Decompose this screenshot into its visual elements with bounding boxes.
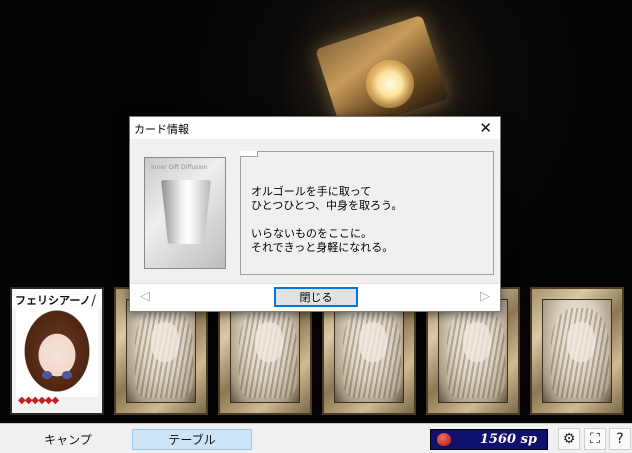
portrait-eye <box>62 371 72 379</box>
party-member-card[interactable]: フェリシアーノ / ◆◆◆◆◆◆ <box>10 287 104 415</box>
money-display: 1560 sp <box>430 429 548 450</box>
description-line: ひとつひとつ、中身を取ろう。 <box>251 199 403 212</box>
camp-button[interactable]: キャンプ <box>8 429 128 450</box>
card-description-box: オルゴールを手に取って ひとつひとつ、中身を取ろう。 いらないものをここに。 そ… <box>240 151 494 275</box>
party-member-hp: ◆◆◆◆◆◆ <box>18 395 59 406</box>
dialog-title: カード情報 <box>134 123 189 136</box>
card-art <box>438 299 508 403</box>
card-thumbnail: Inner Gift Diffusion <box>144 157 226 269</box>
card-art-face <box>567 322 595 362</box>
description-tab <box>240 151 258 157</box>
weapon-icon: / <box>91 293 96 309</box>
coin-purse-icon <box>437 433 451 446</box>
settings-gear-icon[interactable]: ⚙ <box>558 428 580 450</box>
card-info-dialog: カード情報 ✕ Inner Gift Diffusion オルゴールを手に取って… <box>129 116 501 312</box>
card-art-face <box>255 322 283 362</box>
card-art <box>542 299 612 403</box>
cup-image <box>161 180 211 244</box>
prev-arrow-icon[interactable]: ◁ <box>140 289 150 304</box>
party-member-portrait <box>16 309 98 397</box>
dialog-footer: ◁ 閉じる ▷ <box>130 283 500 311</box>
card-art-face <box>151 322 179 362</box>
card-thumbnail-label: Inner Gift Diffusion <box>151 164 208 171</box>
close-icon[interactable]: ✕ <box>479 119 492 137</box>
money-amount: 1560 sp <box>479 432 537 447</box>
card-art <box>334 299 404 403</box>
card-art-face <box>359 322 387 362</box>
hand-card[interactable] <box>530 287 624 415</box>
bottom-bar: キャンプ テーブル 1560 sp ⚙ ⛶ ? <box>0 423 632 453</box>
card-art <box>230 299 300 403</box>
fullscreen-icon[interactable]: ⛶ <box>584 428 606 450</box>
card-art-face <box>463 322 491 362</box>
portrait-eye <box>42 371 52 379</box>
table-button[interactable]: テーブル <box>132 429 252 450</box>
help-icon[interactable]: ? <box>609 428 631 450</box>
lantern-light <box>366 60 414 108</box>
next-arrow-icon[interactable]: ▷ <box>480 289 490 304</box>
close-button[interactable]: 閉じる <box>274 287 358 307</box>
description-line: それできっと身軽になれる。 <box>251 241 394 254</box>
card-art <box>126 299 196 403</box>
dialog-titlebar: カード情報 ✕ <box>130 117 500 139</box>
party-member-name: フェリシアーノ <box>12 289 102 309</box>
